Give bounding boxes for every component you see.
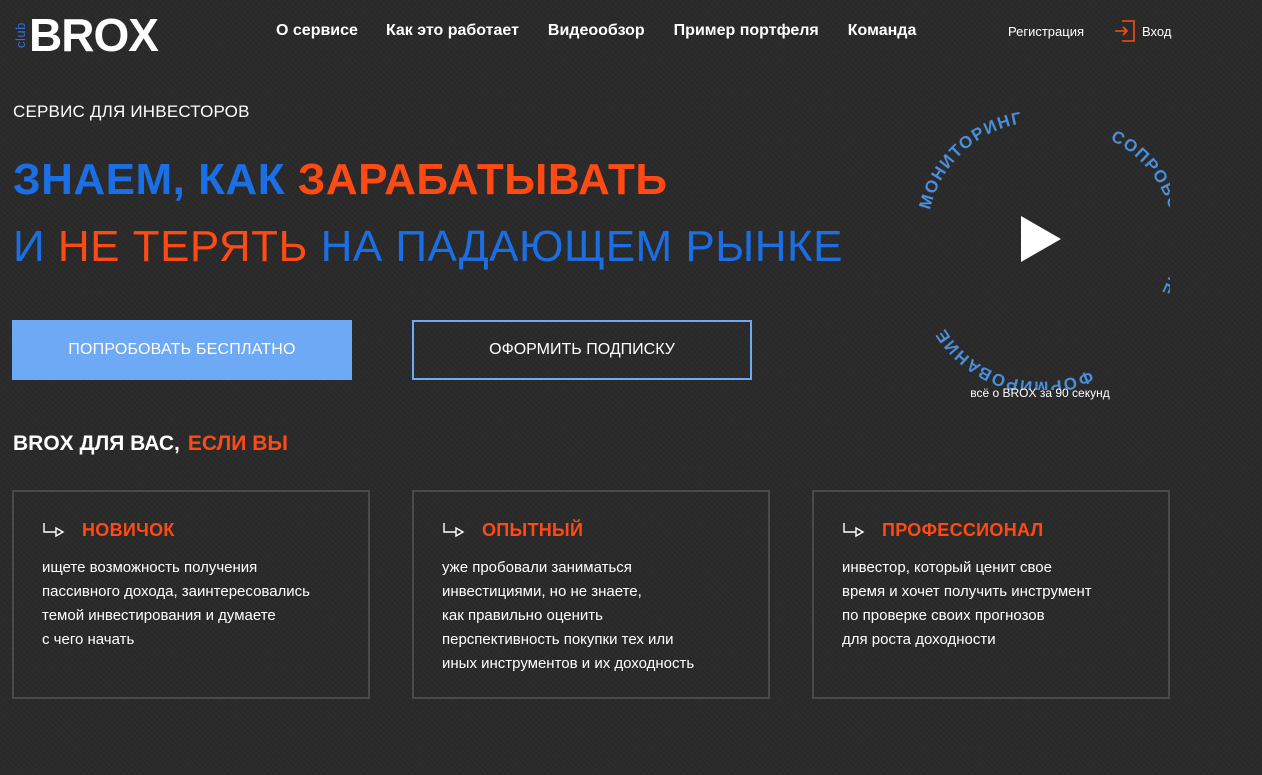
nav-video-review[interactable]: Видеообзор (548, 22, 645, 40)
card-description: уже пробовали заниматься инвестициями, н… (442, 556, 752, 676)
video-caption: всё о BROX за 90 секунд (970, 386, 1110, 400)
headline1-part-b: ЗАРАБАТЫВАТЬ (297, 155, 668, 204)
card-line: пассивного дохода, заинтересовались (42, 583, 311, 600)
nav-about[interactable]: О сервисе (276, 22, 358, 40)
login-label: Вход (1142, 23, 1172, 39)
play-icon[interactable] (1021, 216, 1061, 262)
card-line: для роста доходности (842, 631, 996, 648)
card-line: с чего начать (42, 631, 135, 648)
turn-right-arrow-icon (442, 522, 466, 543)
turn-right-arrow-icon (842, 522, 866, 543)
card-title: ОПЫТНЫЙ (482, 520, 584, 540)
circle-word-forming: ФОРМИРОВАНИЕ (931, 325, 1096, 390)
logo-brox-text: BROX (29, 9, 159, 61)
headline2-part-c: НА ПАДАЮЩЕМ РЫНКЕ (307, 222, 843, 271)
card-line: ищете возможность получения (42, 559, 258, 576)
nav-how-it-works[interactable]: Как это работает (386, 22, 519, 40)
audience-card-beginner: НОВИЧОК ищете возможность получения пасс… (12, 490, 370, 699)
login-button[interactable]: Вход (1114, 19, 1171, 43)
logo-club-text: club (13, 22, 28, 48)
headline2-part-a: И (13, 222, 58, 271)
circle-word-monitoring: МОНИТОРИНГ (915, 108, 1024, 211)
section-title-part-b: ЕСЛИ ВЫ (187, 432, 288, 455)
nav-portfolio-example[interactable]: Пример портфеля (674, 22, 819, 40)
subscribe-button[interactable]: ОФОРМИТЬ ПОДПИСКУ (412, 320, 752, 380)
card-line: инвестор, который ценит свое (842, 559, 1052, 576)
login-arrow-icon (1114, 19, 1136, 43)
card-line: темой инвестирования и думаете (42, 607, 276, 624)
section-title: BROX ДЛЯ ВАС, ЕСЛИ ВЫ (13, 432, 288, 456)
circle-word-support: СОПРОВОЖДЕНИЕ (1108, 127, 1170, 300)
card-description: инвестор, который ценит свое время и хоч… (842, 556, 1152, 652)
video-widget[interactable]: МОНИТОРИНГ СОПРОВОЖДЕНИЕ ФОРМИРОВАНИЕ вс… (910, 100, 1170, 400)
video-circle-graphic: МОНИТОРИНГ СОПРОВОЖДЕНИЕ ФОРМИРОВАНИЕ (915, 108, 1170, 390)
audience-card-professional: ПРОФЕССИОНАЛ инвестор, который ценит сво… (812, 490, 1170, 699)
headline2-part-b: НЕ ТЕРЯТЬ (57, 222, 308, 271)
card-line: иных инструментов и их доходность (442, 655, 695, 672)
brand-logo[interactable]: club BROX (13, 12, 173, 64)
audience-card-experienced: ОПЫТНЫЙ уже пробовали заниматься инвести… (412, 490, 770, 699)
hero-headline-line2: И НЕ ТЕРЯТЬ НА ПАДАЮЩЕМ РЫНКЕ (13, 222, 843, 272)
card-line: инвестициями, но не знаете, (442, 583, 642, 600)
hero-headline-line1: ЗНАЕМ, КАК ЗАРАБАТЫВАТЬ (13, 155, 668, 205)
hero-subtitle: СЕРВИС ДЛЯ ИНВЕСТОРОВ (13, 102, 250, 121)
headline1-part-a: ЗНАЕМ, КАК (13, 155, 298, 204)
card-line: по проверке своих прогнозов (842, 607, 1045, 624)
register-link[interactable]: Регистрация (1008, 24, 1084, 39)
try-free-button[interactable]: ПОПРОБОВАТЬ БЕСПЛАТНО (12, 320, 352, 380)
card-title: ПРОФЕССИОНАЛ (882, 520, 1044, 540)
turn-right-arrow-icon (42, 522, 66, 543)
card-line: как правильно оценить (442, 607, 603, 624)
card-line: перспективность покупки тех или (442, 631, 674, 648)
section-title-part-a: BROX ДЛЯ ВАС, (13, 432, 180, 455)
card-title: НОВИЧОК (82, 520, 175, 540)
card-line: время и хочет получить инструмент (842, 583, 1092, 600)
card-line: уже пробовали заниматься (442, 559, 632, 576)
nav-team[interactable]: Команда (848, 22, 917, 40)
card-description: ищете возможность получения пассивного д… (42, 556, 352, 652)
main-nav: О сервисе Как это работает Видеообзор Пр… (276, 22, 945, 40)
